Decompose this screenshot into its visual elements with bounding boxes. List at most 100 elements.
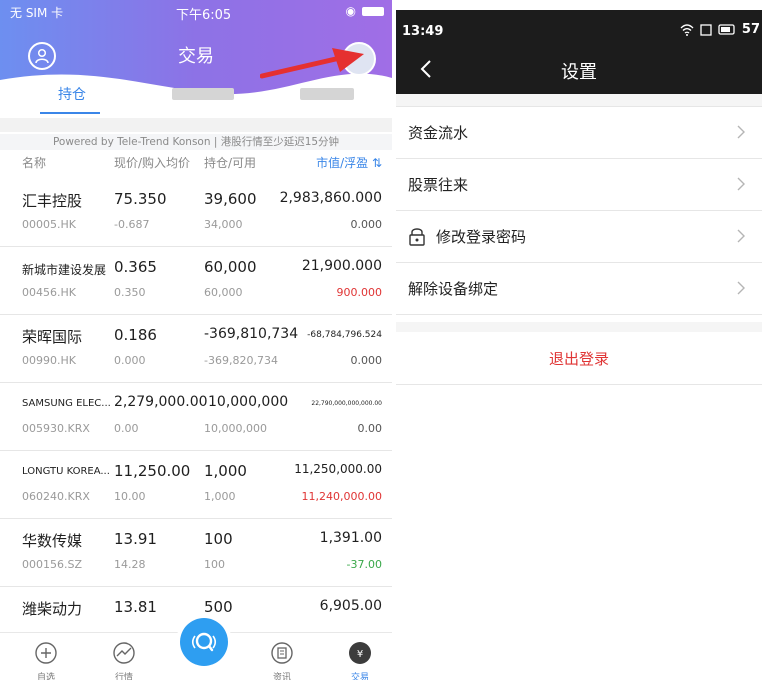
nav-label: 行情 bbox=[114, 673, 133, 680]
holding-qty: -369,810,734 bbox=[204, 326, 299, 342]
menu-unbind-device[interactable]: 解除设备绑定 bbox=[396, 262, 762, 315]
plus-circle-icon bbox=[35, 642, 57, 664]
market-value: -68,784,796.524 bbox=[307, 330, 382, 340]
available-qty: -369,820,734 bbox=[204, 354, 278, 367]
search-fab-icon bbox=[191, 632, 217, 652]
logout-button[interactable]: 退出登录 bbox=[396, 332, 762, 385]
holding-qty: 1,000 bbox=[204, 462, 247, 480]
menu-label: 股票往来 bbox=[408, 176, 469, 194]
current-price: 0.365 bbox=[114, 258, 157, 276]
available-qty: 1,000 bbox=[204, 490, 236, 503]
page-title: 设置 bbox=[561, 62, 597, 83]
holding-qty: 39,600 bbox=[204, 190, 257, 208]
red-arrow-annotation bbox=[260, 48, 364, 79]
menu-fund-flow[interactable]: 资金流水 bbox=[396, 106, 762, 159]
battery-icon bbox=[362, 6, 384, 16]
stock-name: SAMSUNG ELEC... bbox=[22, 398, 111, 409]
avg-cost: 0.00 bbox=[114, 422, 139, 435]
nav-label: 交易 bbox=[350, 673, 369, 680]
alarm-icon: ◉ bbox=[345, 4, 356, 18]
right-status-icons: 57 bbox=[680, 22, 760, 37]
chevron-right-icon bbox=[737, 281, 745, 295]
left-status-time: 下午6:05 bbox=[176, 8, 232, 23]
table-row[interactable]: SAMSUNG ELEC... 005930.KRX 2,279,000.00 … bbox=[0, 382, 392, 451]
menu-change-password[interactable]: 修改登录密码 bbox=[396, 210, 762, 263]
available-qty: 10,000,000 bbox=[204, 422, 267, 435]
nav-news[interactable]: 资讯 bbox=[252, 633, 312, 680]
current-price: 11,250.00 bbox=[114, 462, 191, 480]
tab-blurred-2[interactable] bbox=[172, 88, 234, 100]
col-name: 名称 bbox=[22, 156, 47, 170]
available-qty: 60,000 bbox=[204, 286, 243, 299]
market-value: 22,790,000,000,000.00 bbox=[311, 400, 382, 407]
search-fab-button[interactable] bbox=[180, 618, 228, 666]
table-row[interactable]: 汇丰控股 00005.HK 75.350 -0.687 39,600 34,00… bbox=[0, 178, 392, 247]
menu-label: 资金流水 bbox=[408, 124, 469, 142]
col-market-value[interactable]: 市值/浮盈 ⇅ bbox=[316, 154, 382, 171]
trend-line-icon bbox=[113, 642, 135, 664]
floating-pnl: 11,240,000.00 bbox=[301, 490, 382, 503]
current-price: 75.350 bbox=[114, 190, 167, 208]
holding-qty: 100 bbox=[204, 530, 233, 548]
chevron-right-icon bbox=[737, 229, 745, 243]
available-qty: 100 bbox=[204, 558, 225, 571]
chevron-right-icon bbox=[737, 125, 745, 139]
current-price: 13.81 bbox=[114, 598, 157, 616]
nav-trade[interactable]: ¥ 交易 bbox=[330, 633, 390, 680]
avg-cost: -0.687 bbox=[114, 218, 150, 231]
settings-header: 13:49 57 设置 bbox=[396, 10, 762, 94]
stock-code: 005930.KRX bbox=[22, 422, 90, 435]
table-row[interactable]: 华数传媒 000156.SZ 13.91 14.28 100 100 1,391… bbox=[0, 518, 392, 587]
chevron-right-icon bbox=[737, 177, 745, 191]
market-value: 1,391.00 bbox=[319, 530, 382, 546]
settings-screen: 13:49 57 设置 资金流水 股票往来 修改登录密码 解除设备绑定 退出登录 bbox=[396, 10, 762, 680]
menu-label: 解除设备绑定 bbox=[408, 280, 499, 298]
table-row[interactable]: 新城市建设发展 00456.HK 0.365 0.350 60,000 60,0… bbox=[0, 246, 392, 315]
floating-pnl: 0.000 bbox=[350, 354, 383, 367]
menu-label: 修改登录密码 bbox=[436, 228, 527, 246]
nav-market[interactable]: 行情 bbox=[94, 633, 154, 680]
avg-cost: 14.28 bbox=[114, 558, 146, 571]
avg-cost: 10.00 bbox=[114, 490, 146, 503]
stock-code: 060240.KRX bbox=[22, 490, 90, 503]
table-row[interactable]: LONGTU KOREA... 060240.KRX 11,250.00 10.… bbox=[0, 450, 392, 519]
holdings-screen: 无 SIM 卡 下午6:05 ◉ 交易 持仓 Powered by Tele-T… bbox=[0, 0, 392, 680]
screenshot-composite: 无 SIM 卡 下午6:05 ◉ 交易 持仓 Powered by Tele-T… bbox=[0, 0, 762, 680]
stock-name: LONGTU KOREA... bbox=[22, 466, 110, 477]
nav-label: 资讯 bbox=[272, 673, 291, 680]
carrier-label: 无 SIM 卡 bbox=[10, 6, 64, 20]
holding-qty: 10,000,000 bbox=[208, 394, 289, 410]
battery-level: 57 bbox=[741, 22, 760, 37]
tab-holdings[interactable]: 持仓 bbox=[58, 84, 86, 104]
market-value: 6,905.00 bbox=[319, 598, 382, 614]
available-qty: 34,000 bbox=[204, 218, 243, 231]
stock-name: 新城市建设发展 bbox=[22, 263, 107, 277]
market-value: 11,250,000.00 bbox=[294, 462, 382, 476]
nav-watchlist[interactable]: 自选 bbox=[16, 633, 76, 680]
stock-name: 汇丰控股 bbox=[22, 192, 83, 210]
col-price: 现价/购入均价 bbox=[114, 156, 191, 170]
menu-stock-transfer[interactable]: 股票往来 bbox=[396, 158, 762, 211]
current-price: 0.186 bbox=[114, 326, 157, 344]
col-holding: 持仓/可用 bbox=[204, 156, 257, 170]
floating-pnl: -37.00 bbox=[346, 558, 382, 571]
avg-cost: 0.000 bbox=[114, 354, 146, 367]
current-price: 13.91 bbox=[114, 530, 157, 548]
section-gap bbox=[396, 322, 762, 332]
right-status-time: 13:49 bbox=[402, 24, 444, 39]
news-icon bbox=[271, 642, 293, 664]
trade-icon: ¥ bbox=[349, 642, 371, 664]
holding-qty: 60,000 bbox=[204, 258, 257, 276]
battery-icon bbox=[718, 24, 735, 35]
table-row[interactable]: 荣晖国际 00990.HK 0.186 0.000 -369,810,734 -… bbox=[0, 314, 392, 383]
stock-name: 荣晖国际 bbox=[22, 328, 83, 346]
sim-icon bbox=[700, 23, 712, 36]
sort-icon: ⇅ bbox=[371, 156, 382, 170]
tab-blurred-3[interactable] bbox=[300, 88, 354, 100]
logout-label: 退出登录 bbox=[548, 350, 609, 368]
holdings-column-headers: 名称 现价/购入均价 持仓/可用 市值/浮盈 ⇅ bbox=[0, 154, 392, 174]
stock-code: 00456.HK bbox=[22, 286, 76, 299]
left-status-bar: 无 SIM 卡 下午6:05 ◉ bbox=[0, 4, 392, 23]
floating-pnl: 0.00 bbox=[357, 422, 383, 435]
floating-pnl: 0.000 bbox=[350, 218, 383, 231]
